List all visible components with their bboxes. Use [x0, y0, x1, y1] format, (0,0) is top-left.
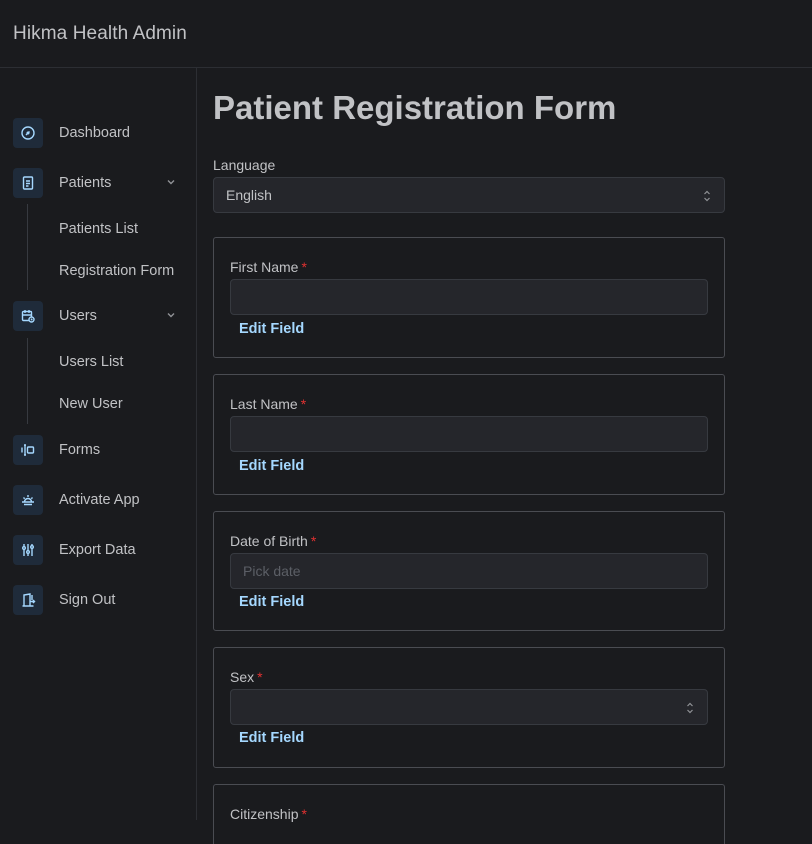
- sidebar-item-label: Patients: [59, 175, 112, 191]
- field-card-date-of-birth: Date of Birth* Edit Field: [213, 511, 725, 631]
- sidebar-item-label: Dashboard: [59, 125, 130, 141]
- selector-icon: [687, 702, 693, 714]
- sidebar-item-dashboard[interactable]: Dashboard: [13, 118, 183, 148]
- sidebar-item-export-data[interactable]: Export Data: [13, 535, 183, 565]
- gauge-icon: [13, 118, 43, 148]
- sidebar-item-sign-out[interactable]: Sign Out: [13, 585, 183, 615]
- chevron-down-icon[interactable]: [165, 309, 177, 321]
- field-card-first-name: First Name * Edit Field: [213, 237, 725, 358]
- sidebar-item-label: Export Data: [59, 542, 136, 558]
- field-card-sex: Sex * Edit Field: [213, 647, 725, 768]
- sidebar-item-activate-app[interactable]: Activate App: [13, 485, 183, 515]
- field-label: Sex *: [230, 669, 263, 685]
- sidebar-item-patients[interactable]: Patients: [13, 168, 183, 198]
- sidebar-item-label: Sign Out: [59, 592, 116, 608]
- field-card-last-name: Last Name * Edit Field: [213, 374, 725, 495]
- required-asterisk: *: [257, 669, 263, 685]
- calendar-stats-icon: [13, 301, 43, 331]
- field-card-citizenship: Citizenship *: [213, 784, 725, 844]
- sidebar-subitem-patients-list[interactable]: Patients List: [59, 221, 138, 237]
- forms-icon: [13, 435, 43, 465]
- required-asterisk: *: [300, 396, 307, 412]
- app-title: Hikma Health Admin: [13, 22, 187, 44]
- sidebar-item-label: Activate App: [59, 492, 140, 508]
- sunrise-icon: [13, 485, 43, 515]
- notes-icon: [13, 168, 43, 198]
- page-title: Patient Registration Form: [213, 89, 617, 126]
- field-label: First Name *: [230, 259, 307, 275]
- sex-select[interactable]: [230, 689, 708, 725]
- sidebar: Dashboard Patients Patients List Registr…: [0, 68, 197, 820]
- edit-field-button[interactable]: Edit Field: [239, 730, 304, 746]
- edit-field-button[interactable]: Edit Field: [239, 321, 304, 337]
- app-header: Hikma Health Admin: [0, 0, 812, 68]
- language-select[interactable]: English: [213, 177, 725, 213]
- sidebar-subitem-new-user[interactable]: New User: [59, 396, 123, 412]
- chevron-down-icon[interactable]: [165, 176, 177, 188]
- field-label: Last Name *: [230, 396, 307, 412]
- sidebar-item-forms[interactable]: Forms: [13, 435, 183, 465]
- first-name-input[interactable]: [230, 279, 708, 315]
- field-label: Date of Birth *: [230, 533, 317, 549]
- required-asterisk: *: [301, 259, 307, 275]
- door-exit-icon: [13, 585, 43, 615]
- sub-nav-line: [27, 338, 28, 424]
- edit-field-button[interactable]: Edit Field: [239, 458, 304, 474]
- required-asterisk: *: [310, 533, 317, 549]
- sidebar-item-label: Users: [59, 308, 97, 324]
- language-label: Language: [213, 157, 276, 173]
- adjustments-icon: [13, 535, 43, 565]
- sidebar-item-label: Forms: [59, 442, 101, 458]
- sidebar-item-users[interactable]: Users: [13, 301, 183, 331]
- sidebar-subitem-users-list[interactable]: Users List: [59, 354, 123, 370]
- sub-nav-line: [27, 204, 28, 290]
- last-name-input[interactable]: [230, 416, 708, 452]
- selector-icon: [704, 190, 710, 202]
- edit-field-button[interactable]: Edit Field: [239, 594, 304, 610]
- date-of-birth-picker[interactable]: [230, 553, 708, 589]
- sidebar-subitem-registration-form[interactable]: Registration Form: [59, 263, 174, 279]
- language-select-value: English: [226, 187, 272, 203]
